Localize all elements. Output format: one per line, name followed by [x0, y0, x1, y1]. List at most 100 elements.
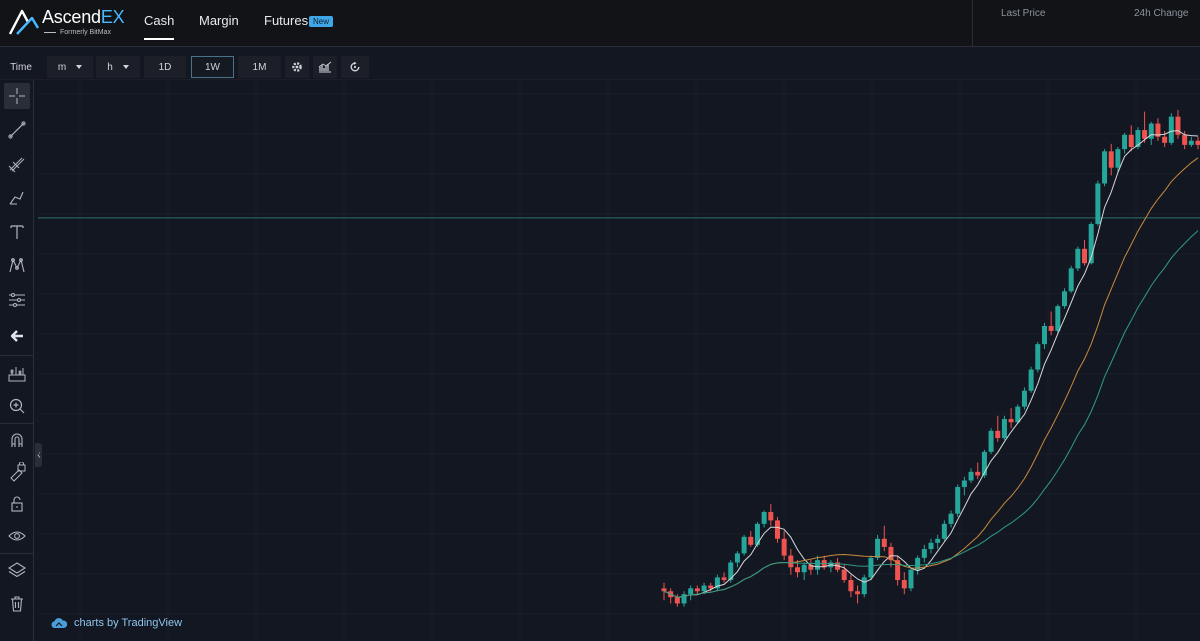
drawing-tools-panel [0, 80, 34, 641]
lock-drawings-icon [10, 462, 26, 482]
candle-body [1115, 149, 1121, 168]
candle-body [1168, 116, 1174, 143]
nav-tab-futures[interactable]: Futures [264, 13, 308, 28]
remove-drawings-tool[interactable] [4, 591, 30, 617]
chart-toolbar: Time m h 1D 1W 1M [0, 54, 1200, 80]
new-badge: New [309, 16, 334, 27]
fib-tool[interactable] [4, 151, 30, 177]
toolbar-separator [0, 79, 1200, 80]
ruler-icon [8, 367, 26, 382]
top-header: AscendEX Formerly BitMax Cash Margin Fut… [0, 0, 1200, 47]
candle-body [935, 538, 941, 543]
candle-body [908, 569, 914, 589]
candle-body [875, 538, 881, 558]
settings-button[interactable] [285, 56, 309, 78]
candle-body [1108, 151, 1114, 168]
candle-body [1008, 419, 1014, 423]
tradingview-watermark[interactable]: charts by TradingView [50, 617, 182, 629]
candle-body [955, 487, 961, 514]
24h-change-label: 24h Change [1134, 8, 1189, 19]
pattern-tool[interactable] [4, 253, 30, 279]
object-tree-tool[interactable] [4, 557, 30, 583]
interval-1w-button[interactable]: 1W [191, 56, 234, 78]
candle-body [1035, 344, 1041, 370]
candle-body [868, 557, 874, 578]
minutes-dropdown-label: m [57, 61, 67, 73]
back-arrow-icon [10, 330, 23, 342]
reset-chart-button[interactable] [341, 56, 369, 78]
candle-body [1082, 248, 1088, 264]
candle-body [1028, 369, 1034, 391]
eye-icon [8, 531, 26, 541]
candle-body [1068, 268, 1074, 292]
trash-icon [11, 596, 23, 612]
nav-tab-cash[interactable]: Cash [144, 13, 175, 40]
nav-tab-margin[interactable]: Margin [199, 13, 239, 28]
candle-body [941, 523, 947, 539]
candle-body [761, 512, 767, 524]
price-chart[interactable] [38, 82, 1200, 641]
zoom-tool[interactable] [4, 393, 30, 419]
interval-1m-button[interactable]: 1M [238, 56, 281, 78]
lock-tool[interactable] [4, 491, 30, 517]
watermark-text: charts by TradingView [74, 617, 183, 629]
ruler-tool[interactable] [4, 361, 30, 387]
candle-body [1142, 130, 1148, 139]
candle-body [975, 471, 981, 476]
candle-body [734, 553, 740, 563]
indicators-button[interactable] [313, 56, 337, 78]
candle-body [708, 585, 714, 589]
candle-body [721, 577, 727, 581]
candle-body [688, 588, 694, 595]
trend-line-tool[interactable] [4, 117, 30, 143]
logo-mark-icon [8, 9, 40, 35]
fib-retracement-icon [8, 157, 25, 173]
candle-body [961, 480, 967, 488]
candle-body [1188, 140, 1194, 145]
candle-body [921, 549, 927, 558]
measure-tool[interactable] [4, 287, 30, 313]
candle-body [988, 430, 994, 452]
candle-body [768, 512, 774, 521]
magnet-icon [11, 433, 23, 447]
brush-icon [9, 191, 24, 205]
candle-body [1055, 306, 1061, 331]
crosshair-tool[interactable] [4, 83, 30, 109]
magnet-tool[interactable] [4, 427, 30, 453]
candle-body [781, 538, 787, 556]
visibility-tool[interactable] [4, 523, 30, 549]
candle-body [928, 542, 934, 550]
candle-body [795, 567, 800, 573]
candle-body [1128, 134, 1134, 148]
text-tool[interactable] [4, 219, 30, 245]
candle-body [848, 580, 854, 592]
candle-body [1048, 325, 1054, 331]
pattern-icon [9, 258, 25, 273]
candle-body [948, 513, 954, 524]
back-arrow-tool[interactable] [4, 323, 30, 349]
candle-body [661, 588, 667, 592]
time-label: Time [10, 61, 32, 73]
last-price-label: Last Price [1001, 8, 1046, 19]
candle-body [1015, 406, 1021, 423]
candle-body [841, 569, 847, 581]
candle-body [861, 577, 867, 595]
candle-body [801, 564, 807, 573]
indicators-icon [318, 61, 332, 73]
brand-name: AscendEX [42, 7, 125, 27]
brush-tool[interactable] [4, 185, 30, 211]
tool-separator [0, 355, 34, 356]
interval-1d-button[interactable]: 1D [144, 56, 186, 78]
candle-body [1182, 134, 1188, 145]
candle-body [748, 536, 754, 545]
lock-drawing-tool[interactable] [4, 459, 30, 485]
brand-tagline: Formerly BitMax [44, 29, 111, 36]
ascendex-logo[interactable]: AscendEX Formerly BitMax [8, 6, 125, 40]
candle-body [1162, 136, 1168, 143]
cloud-icon [51, 617, 68, 628]
candle-body [1062, 291, 1067, 307]
minutes-dropdown[interactable]: m [47, 56, 93, 78]
candle-body [1195, 140, 1200, 145]
candle-body [881, 538, 887, 547]
hours-dropdown[interactable]: h [96, 56, 140, 78]
